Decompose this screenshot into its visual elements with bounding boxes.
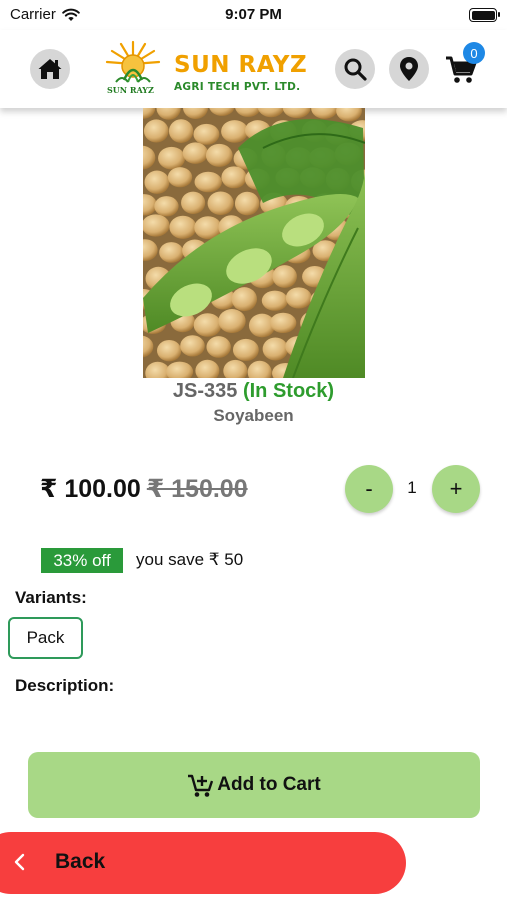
discount-badge: 33% off [41,548,123,573]
soybean-seed [221,120,249,143]
description-label: Description: [15,676,115,695]
soybean-seed [194,171,222,193]
soybean-seed [218,309,246,334]
home-button[interactable] [30,49,70,89]
product-category: Soyabeen [213,406,294,425]
soybean-seed [143,214,170,237]
soybean-seed [168,119,194,143]
battery-fill [471,10,495,20]
status-bar: Carrier 9:07 PM [0,0,507,30]
add-to-cart-label: Add to Cart [217,774,321,795]
stock-status: (In Stock) [242,380,335,402]
savings-text: you save ₹ 50 [136,550,244,569]
quantity-decrease-button[interactable]: - [345,465,393,513]
sale-price: ₹ 100.00 [40,475,141,503]
product-image [143,108,365,378]
add-to-cart-button[interactable]: Add to Cart [28,752,480,818]
soybean-seed [167,167,193,188]
variants-label: Variants: [15,588,87,607]
soybean-seed [221,166,247,189]
back-label: Back [55,850,106,873]
soybean-seed [272,265,297,288]
soybean-seed [261,290,288,311]
soybean-seed [262,337,289,361]
soybean-seed [156,339,182,362]
brand-logo: SUN RAYZ SUN RAYZ AGRI TECH PVT. LTD. [102,38,307,100]
product-name: JS-335 [172,380,238,402]
soybean-seed [231,287,257,312]
logo-subtitle: AGRI TECH PVT. LTD. [174,81,301,93]
soybean-seed [193,313,222,337]
add-to-cart-icon [188,774,214,797]
soybean-seed [143,119,169,143]
variant-option-pack[interactable]: Pack [8,617,83,659]
back-button[interactable]: Back [0,832,406,894]
soybean-seed [159,242,184,263]
soybean-seed [182,142,208,164]
soybean-seed [169,215,197,239]
soybean-seed [154,196,179,217]
soybean-seed [205,143,233,167]
product-title: JS-335 (In Stock) [0,380,507,403]
original-price: ₹ 150.00 [146,475,248,503]
battery-icon [469,8,500,22]
status-time: 9:07 PM [225,6,282,23]
soybean-seed [207,191,234,216]
location-button[interactable] [389,49,429,89]
soybean-seed [285,287,312,309]
soybean-seed [193,123,220,145]
soybean-seed [206,336,231,358]
quantity-increase-button[interactable]: + [432,465,480,513]
search-icon [344,58,367,81]
soybean-seed [144,170,170,194]
price-row: ₹ 100.00 ₹ 150.00 [40,474,248,504]
soybean-seed [232,338,259,361]
soybean-seed [180,335,205,357]
sun-logo-icon [105,40,161,83]
soybean-seed [234,191,260,216]
logo-title: SUN RAYZ [174,52,308,78]
logo-tagline: SUN RAYZ [107,85,154,95]
soybean-seed [158,146,186,170]
cart-count-badge: 0 [463,42,485,64]
soybean-seed [269,312,297,333]
app-header: SUN RAYZ SUN RAYZ AGRI TECH PVT. LTD. 0 [0,30,507,108]
home-icon [38,59,62,79]
search-button[interactable] [335,49,375,89]
soybean-seed [181,191,206,215]
quantity-value: 1 [407,478,417,497]
chevron-left-icon [14,853,25,871]
location-pin-icon [400,57,418,81]
soybean-photo [143,108,365,378]
